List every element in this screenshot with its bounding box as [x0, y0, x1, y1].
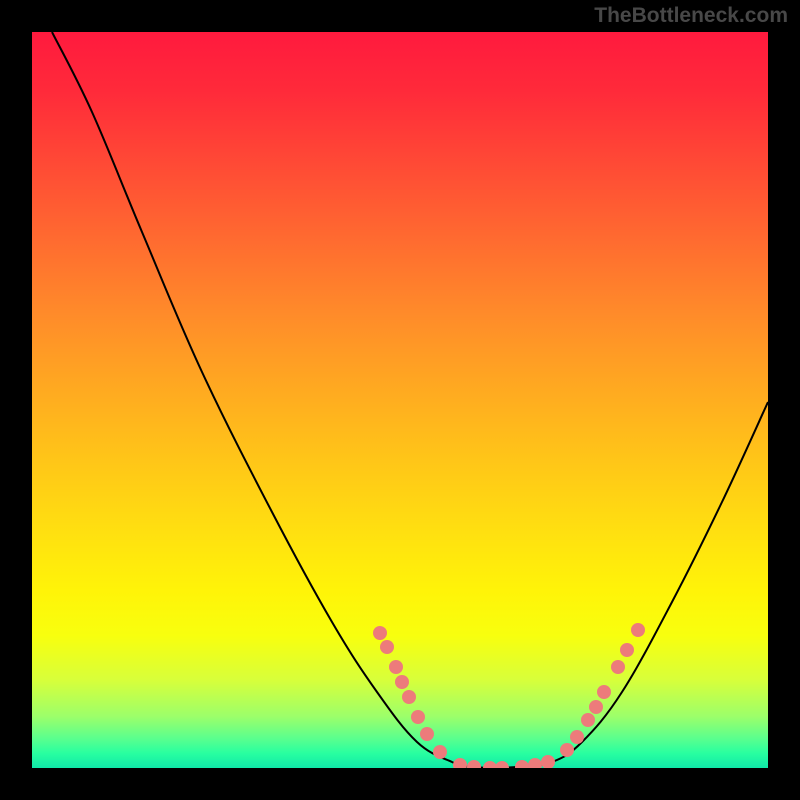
data-marker — [541, 755, 555, 768]
data-marker — [373, 626, 387, 640]
data-marker — [515, 760, 529, 768]
data-marker — [411, 710, 425, 724]
data-marker — [611, 660, 625, 674]
data-marker — [402, 690, 416, 704]
data-marker — [495, 761, 509, 768]
data-marker — [483, 761, 497, 768]
data-marker — [380, 640, 394, 654]
data-marker — [467, 760, 481, 768]
data-marker — [433, 745, 447, 759]
data-marker — [528, 758, 542, 768]
data-marker — [453, 758, 467, 768]
markers-right — [560, 623, 645, 757]
data-marker — [597, 685, 611, 699]
curve-layer — [32, 32, 768, 768]
data-marker — [620, 643, 634, 657]
plot-area — [32, 32, 768, 768]
data-marker — [589, 700, 603, 714]
markers-left — [373, 626, 447, 759]
data-marker — [420, 727, 434, 741]
data-marker — [395, 675, 409, 689]
data-marker — [570, 730, 584, 744]
data-marker — [581, 713, 595, 727]
v-curve — [52, 32, 768, 768]
data-marker — [560, 743, 574, 757]
data-marker — [631, 623, 645, 637]
data-marker — [389, 660, 403, 674]
attribution-text: TheBottleneck.com — [594, 4, 788, 28]
markers-bottom — [453, 755, 555, 768]
